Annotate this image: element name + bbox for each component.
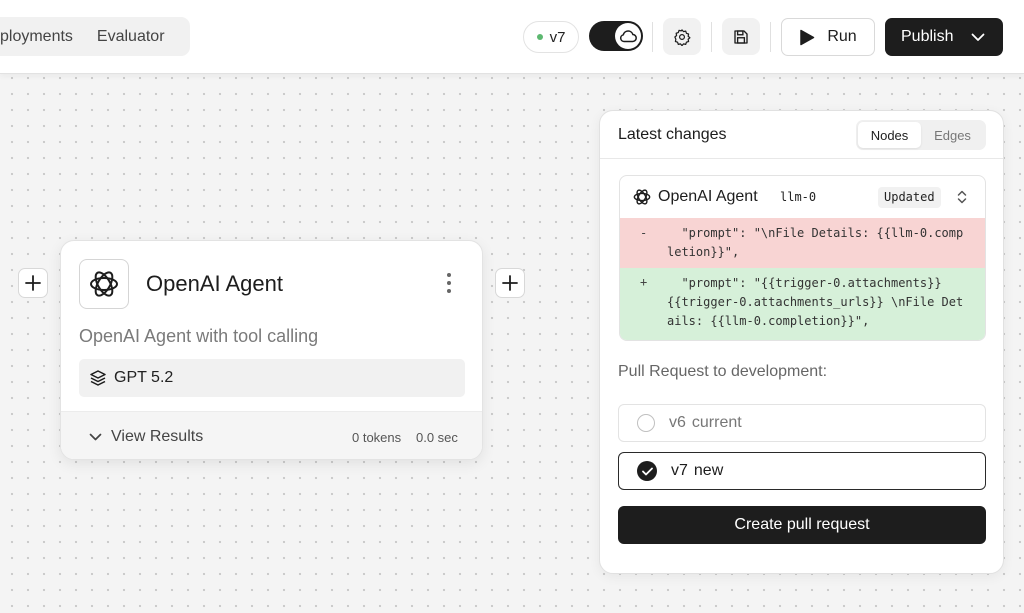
- cloud-icon: [619, 30, 637, 43]
- pr-target-label: Pull Request to development:: [618, 363, 828, 380]
- divider: [770, 22, 771, 52]
- add-node-right-button[interactable]: [495, 268, 525, 298]
- tab-deployments[interactable]: ployments: [0, 28, 73, 46]
- divider: [600, 158, 1003, 159]
- create-pull-request-button[interactable]: Create pull request: [618, 506, 986, 544]
- version-label: v7: [549, 28, 566, 46]
- gear-icon: [674, 28, 691, 46]
- option-version: v7: [671, 462, 688, 479]
- divider: [652, 22, 653, 52]
- nodes-edges-segmented-control: Nodes Edges: [856, 120, 986, 150]
- openai-logo: [79, 259, 129, 309]
- model-selector[interactable]: GPT 5.2: [79, 359, 465, 397]
- option-version: v6: [669, 414, 686, 431]
- option-tag: new: [693, 462, 724, 479]
- view-results-label: View Results: [111, 428, 204, 445]
- publish-button[interactable]: Publish: [885, 18, 1003, 56]
- divider: [711, 22, 712, 52]
- publish-label: Publish: [901, 28, 954, 45]
- top-bar: ployments Evaluator v7 Run Publish: [0, 0, 1024, 74]
- latest-changes-panel: Latest changes Nodes Edges OpenAI Agent …: [599, 110, 1004, 574]
- diff-removed-code: "prompt": "\nFile Details: {{llm-0.compl…: [667, 226, 964, 259]
- diff-removed-line: - "prompt": "\nFile Details: {{llm-0.com…: [620, 218, 985, 268]
- run-label: Run: [827, 28, 857, 45]
- layers-icon: [90, 370, 106, 386]
- diff-node-id: llm-0: [780, 190, 817, 204]
- diff-plus-sign: +: [640, 275, 648, 289]
- node-description: OpenAI Agent with tool calling: [79, 326, 319, 346]
- chevron-down-icon: [89, 433, 102, 441]
- version-badge[interactable]: v7: [523, 21, 579, 53]
- status-dot: [536, 34, 543, 40]
- duration: 0.0 sec: [416, 430, 458, 445]
- version-option-v7[interactable]: v7 new: [618, 452, 986, 490]
- option-tag: current: [691, 414, 742, 431]
- node-title: OpenAI Agent: [146, 271, 283, 296]
- diff-header[interactable]: OpenAI Agent llm-0 Updated: [620, 176, 985, 218]
- nav-tabs: ployments Evaluator: [0, 17, 190, 56]
- radio-checked[interactable]: [637, 461, 657, 481]
- diff-added-code: "prompt": "{{trigger-0.attachments}} {{t…: [667, 276, 964, 328]
- tab-evaluator[interactable]: Evaluator: [97, 28, 165, 46]
- panel-title: Latest changes: [618, 126, 727, 143]
- play-icon: [800, 29, 815, 45]
- agent-node-card[interactable]: OpenAI Agent OpenAI Agent with tool call…: [60, 240, 483, 460]
- add-node-left-button[interactable]: [18, 268, 48, 298]
- token-count: 0 tokens: [352, 430, 402, 445]
- radio-unchecked[interactable]: [637, 414, 655, 432]
- plus-icon: [502, 275, 518, 291]
- node-footer: View Results 0 tokens 0.0 sec: [61, 411, 482, 459]
- chevron-up-down-icon[interactable]: [956, 189, 968, 205]
- chevron-down-icon: [972, 33, 985, 41]
- plus-icon: [25, 275, 41, 291]
- version-option-v6[interactable]: v6 current: [618, 404, 986, 442]
- diff-added-line: + "prompt": "{{trigger-0.attachments}} {…: [620, 268, 985, 340]
- kebab-menu-icon[interactable]: [447, 273, 451, 293]
- cloud-toggle[interactable]: [589, 21, 643, 51]
- model-name: GPT 5.2: [114, 369, 174, 386]
- checkmark-icon: [641, 467, 653, 475]
- tab-nodes[interactable]: Nodes: [858, 122, 921, 148]
- settings-button[interactable]: [663, 18, 701, 55]
- save-button[interactable]: [722, 18, 760, 55]
- openai-logo-icon: [633, 189, 651, 205]
- diff-node-name: OpenAI Agent: [658, 188, 758, 205]
- diff-minus-sign: -: [640, 226, 648, 240]
- diff-card: OpenAI Agent llm-0 Updated - "prompt": "…: [619, 175, 986, 341]
- openai-logo-icon: [90, 271, 118, 297]
- run-button[interactable]: Run: [781, 18, 875, 56]
- tab-edges[interactable]: Edges: [921, 122, 984, 148]
- toggle-knob: [615, 23, 641, 49]
- view-results-toggle[interactable]: View Results: [89, 428, 203, 446]
- status-badge: Updated: [878, 187, 941, 208]
- save-icon: [734, 29, 748, 44]
